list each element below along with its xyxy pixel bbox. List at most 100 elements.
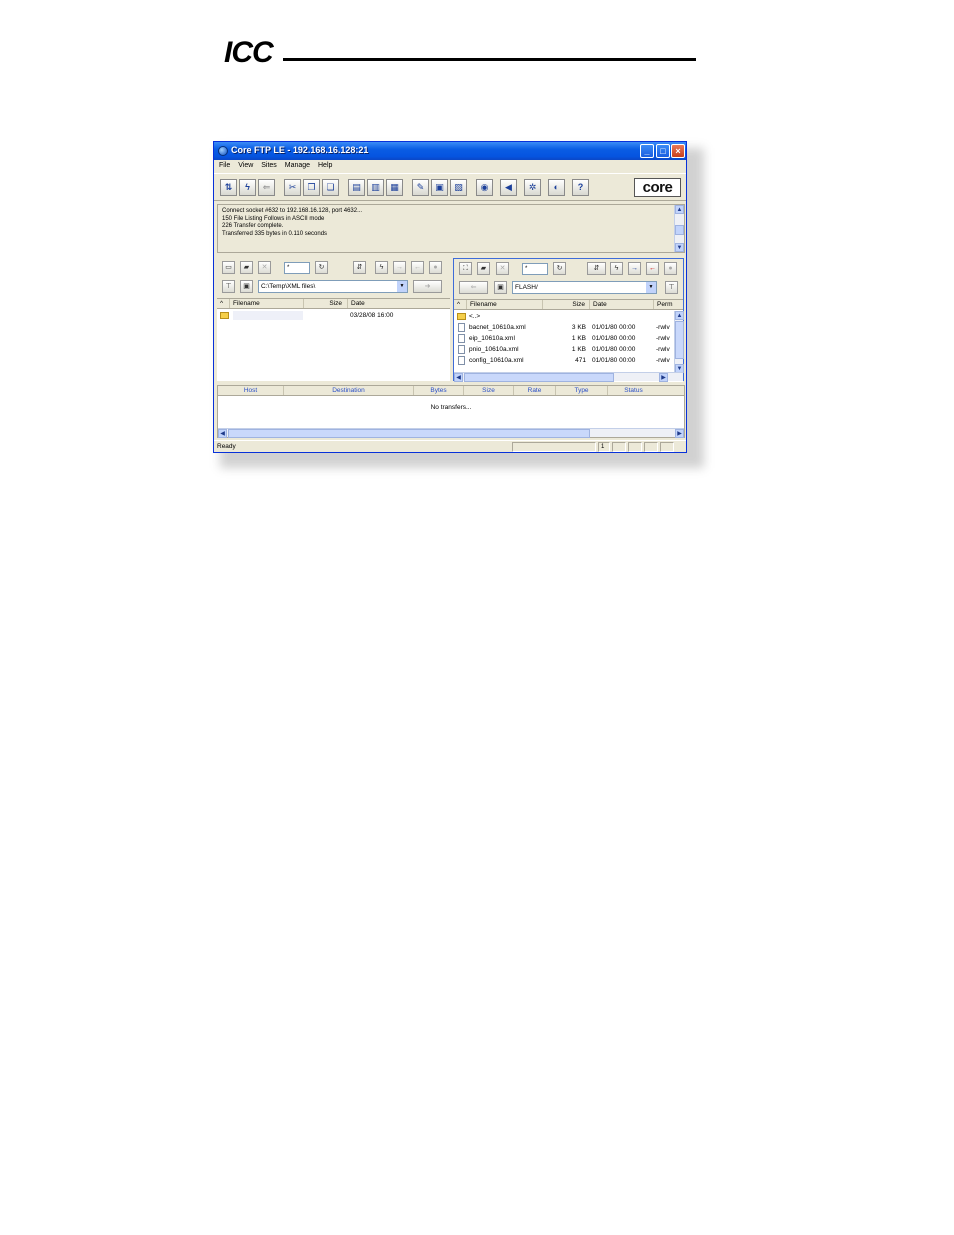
local-download-icon[interactable]: ← (411, 261, 424, 274)
scroll-thumb[interactable] (675, 225, 684, 235)
quick-connect-icon[interactable]: ϟ (239, 179, 256, 196)
remote-up-folder-icon[interactable]: ▣ (494, 281, 507, 294)
properties-icon[interactable]: ▦ (386, 179, 403, 196)
queue-col-destination[interactable]: Destination (283, 386, 413, 395)
remote-col-perm[interactable]: Perm (653, 300, 673, 309)
remote-sync-icon[interactable]: ϟ (610, 262, 623, 275)
list-item[interactable]: eip_10610a.xml 1 KB 01/01/80 00:00 -rwlv (454, 333, 683, 344)
menu-file[interactable]: File (219, 160, 230, 172)
remote-filter-input[interactable]: * (522, 263, 548, 275)
remote-col-filename[interactable]: Filename (466, 300, 497, 309)
queue-icon[interactable]: ▧ (450, 179, 467, 196)
remote-hscrollbar[interactable]: ◀ ▶ (454, 372, 683, 382)
remote-refresh-icon[interactable]: ↻ (553, 262, 566, 275)
remote-col-date[interactable]: Date (589, 300, 607, 309)
sound-icon[interactable]: ◀ (500, 179, 517, 196)
queue-hscrollbar[interactable]: ◀ ▶ (218, 428, 684, 438)
list-item[interactable]: 03/28/08 16:00 (217, 310, 450, 321)
queue-col-bytes[interactable]: Bytes (413, 386, 463, 395)
transfer-left-icon[interactable]: ⇐ (459, 281, 488, 294)
remote-row-date: 01/01/80 00:00 (592, 324, 636, 331)
local-delete-icon[interactable]: ✕ (258, 261, 271, 274)
remote-upload-icon[interactable]: → (628, 262, 641, 275)
remote-file-list[interactable]: ^ Filename Size Date Perm <..> bacnet_10… (454, 299, 684, 382)
close-button[interactable]: × (671, 144, 685, 158)
settings-icon[interactable]: ✲ (524, 179, 541, 196)
remote-col-size[interactable]: Size (542, 300, 588, 309)
view-icon[interactable]: ▤ (348, 179, 365, 196)
local-refresh-icon[interactable]: ↻ (315, 261, 328, 274)
edit-icon[interactable]: ▥ (367, 179, 384, 196)
local-up-folder-icon[interactable]: ▣ (240, 280, 253, 293)
disconnect-icon[interactable]: ⇐ (258, 179, 275, 196)
log-scrollbar[interactable]: ▲ ▼ (674, 205, 684, 252)
sort-icon[interactable]: ^ (217, 299, 229, 308)
remote-delete-icon[interactable]: ✕ (496, 262, 509, 275)
list-item[interactable]: config_10610a.xml 471 01/01/80 00:00 -rw… (454, 355, 683, 366)
scroll-left-icon[interactable]: ◀ (218, 429, 227, 438)
local-view-icon[interactable]: ▭ (222, 261, 235, 274)
menu-manage[interactable]: Manage (285, 160, 310, 172)
queue-col-host[interactable]: Host (218, 386, 283, 395)
remote-stop-icon[interactable]: ● (664, 262, 677, 275)
connect-icon[interactable]: ⇅ (220, 179, 237, 196)
help-icon[interactable]: ? (572, 179, 589, 196)
list-item[interactable]: bacnet_10610a.xml 3 KB 01/01/80 00:00 -r… (454, 322, 683, 333)
list-item[interactable]: pnio_10610a.xml 1 KB 01/01/80 00:00 -rwl… (454, 344, 683, 355)
minimize-button[interactable]: _ (640, 144, 654, 158)
paste-icon[interactable]: ❏ (322, 179, 339, 196)
eye-icon[interactable]: ◉ (476, 179, 493, 196)
remote-view-icon[interactable]: ⛶ (459, 262, 472, 275)
copy-icon[interactable]: ❐ (303, 179, 320, 196)
remote-row-date: 01/01/80 00:00 (592, 357, 636, 364)
maximize-button[interactable]: □ (656, 144, 670, 158)
local-stop-icon[interactable]: ● (429, 261, 442, 274)
chevron-down-icon[interactable]: ▼ (646, 282, 656, 293)
queue-col-rate[interactable]: Rate (513, 386, 555, 395)
scroll-thumb[interactable] (464, 373, 614, 382)
about-icon[interactable]: ◐ (548, 179, 565, 196)
remote-vscrollbar[interactable]: ▲ ▼ (674, 311, 684, 373)
remote-path-select[interactable]: FLASH/ ▼ (512, 281, 657, 294)
local-sort-icon[interactable]: ⇵ (353, 261, 366, 274)
remote-root-icon[interactable]: ⊤ (665, 281, 678, 294)
local-filter-input[interactable]: * (284, 262, 310, 274)
sort-icon[interactable]: ^ (454, 300, 466, 309)
local-root-icon[interactable]: ⊤ (222, 280, 235, 293)
remote-new-folder-icon[interactable]: ▰ (477, 262, 490, 275)
menu-sites[interactable]: Sites (261, 160, 277, 172)
queue-col-type[interactable]: Type (555, 386, 607, 395)
menu-help[interactable]: Help (318, 160, 332, 172)
remote-sort-icon[interactable]: ⇵ (587, 262, 606, 275)
transfer-right-icon[interactable]: ➜ (413, 280, 442, 293)
tools-icon[interactable]: ✎ (412, 179, 429, 196)
cut-icon[interactable]: ✂ (284, 179, 301, 196)
scroll-down-icon[interactable]: ▼ (675, 243, 684, 252)
scroll-left-icon[interactable]: ◀ (454, 373, 463, 382)
local-upload-icon[interactable]: → (393, 261, 406, 274)
site-manager-icon[interactable]: ▣ (431, 179, 448, 196)
local-path-select[interactable]: C:\Temp\XML files\ ▼ (258, 280, 408, 293)
queue-col-status[interactable]: Status (607, 386, 659, 395)
local-col-filename[interactable]: Filename (229, 299, 260, 308)
queue-col-size[interactable]: Size (463, 386, 513, 395)
local-sync-icon[interactable]: ϟ (375, 261, 388, 274)
local-file-list[interactable]: ^ Filename Size Date 03/28/08 16:00 (217, 298, 450, 381)
list-item[interactable]: <..> (454, 311, 683, 322)
remote-download-icon[interactable]: ← (646, 262, 659, 275)
remote-row-size: 3 KB (571, 324, 586, 331)
chevron-down-icon[interactable]: ▼ (397, 281, 407, 292)
transfer-queue[interactable]: Host Destination Bytes Size Rate Type St… (217, 385, 685, 438)
scroll-thumb[interactable] (675, 321, 684, 359)
scroll-right-icon[interactable]: ▶ (659, 373, 668, 382)
local-new-folder-icon[interactable]: ▰ (240, 261, 253, 274)
remote-row-date: 01/01/80 00:00 (592, 346, 636, 353)
scroll-right-icon[interactable]: ▶ (675, 429, 684, 438)
menu-view[interactable]: View (238, 160, 253, 172)
title-bar[interactable]: Core FTP LE - 192.168.16.128:21 _ □ × (214, 142, 686, 160)
scroll-thumb[interactable] (228, 429, 590, 438)
scroll-up-icon[interactable]: ▲ (675, 311, 684, 320)
local-col-size[interactable]: Size (303, 299, 345, 308)
scroll-up-icon[interactable]: ▲ (675, 205, 684, 214)
local-col-date[interactable]: Date (347, 299, 365, 308)
